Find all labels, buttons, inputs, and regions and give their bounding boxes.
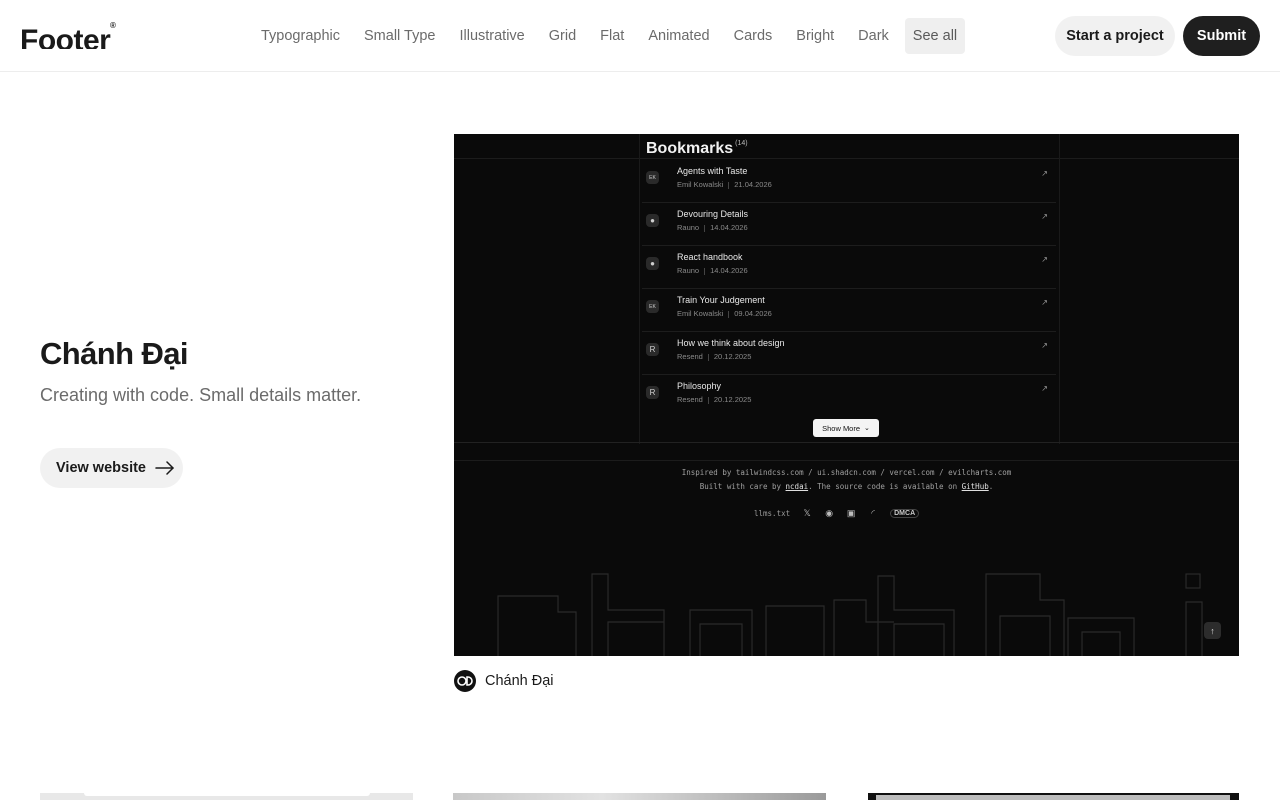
nav-typographic[interactable]: Typographic — [253, 18, 348, 54]
bookmark-date: 20.12.2025 — [713, 352, 752, 361]
bookmark-name: React handbook — [677, 252, 743, 262]
bookmark-avatar-icon: ● — [646, 257, 659, 270]
bookmark-author: Emil Kowalski — [677, 309, 724, 318]
nav-bright[interactable]: Bright — [788, 18, 842, 54]
next-site-thumbnail[interactable] — [868, 793, 1239, 800]
view-website-label: View website — [56, 460, 146, 476]
bookmark-date: 20.12.2025 — [713, 395, 752, 404]
nav-grid[interactable]: Grid — [541, 18, 584, 54]
nav-see-all[interactable]: See all — [904, 18, 966, 54]
bookmark-avatar-icon: EK — [646, 300, 659, 313]
nav-dark[interactable]: Dark — [850, 18, 897, 54]
scroll-top-button[interactable]: ↑ — [1204, 622, 1221, 639]
logo-text: Footer — [20, 24, 111, 49]
built-prefix: Built with care by — [699, 482, 786, 491]
built-suffix: . — [988, 482, 994, 491]
registered-mark: ® — [110, 21, 116, 30]
bookmark-item[interactable]: R Philosophy Resend 20.12.2025 ↗ — [642, 375, 1056, 418]
author-name[interactable]: Chánh Đại — [485, 673, 554, 689]
preview-grid-line — [1059, 134, 1060, 444]
feature-description: Creating with code. Small details matter… — [40, 385, 362, 405]
preview-footer-links: llms.txt 𝕏 ◉ ▣ ◜ DMCA — [754, 504, 920, 522]
site-header: Footer ® Typographic Small Type Illustra… — [0, 0, 1280, 72]
preview-grid-line — [454, 442, 1239, 443]
chevron-down-icon: ⌄ — [864, 425, 870, 432]
bookmark-date: 21.04.2026 — [734, 180, 772, 189]
github-link[interactable]: GitHub — [962, 482, 989, 491]
next-site-thumbnail[interactable] — [40, 793, 413, 800]
show-more-label: Show More — [822, 423, 861, 433]
bookmark-name: How we think about design — [677, 338, 785, 348]
submit-button[interactable]: Submit — [1183, 16, 1260, 56]
bookmark-meta: Emil Kowalski 09.04.2026 — [677, 309, 772, 318]
built-author-link[interactable]: ncdai — [786, 482, 809, 491]
preview-built-text: Built with care by ncdai. The source cod… — [454, 482, 1239, 491]
bookmark-meta: Rauno 14.04.2026 — [677, 266, 748, 275]
bookmark-author: Rauno — [677, 223, 700, 232]
bookmark-author: Emil Kowalski — [677, 180, 724, 189]
website-preview[interactable]: Bookmarks (14) EK Agents with Taste Emil … — [454, 134, 1239, 656]
preview-bookmarks-title: Bookmarks (14) — [646, 140, 748, 158]
external-link-icon: ↗ — [1041, 341, 1048, 350]
next-site-thumbnail[interactable] — [453, 793, 826, 800]
author-avatar[interactable] — [454, 670, 476, 692]
bookmark-avatar-icon: ● — [646, 214, 659, 227]
external-link-icon: ↗ — [1041, 298, 1048, 307]
nav-illustrative[interactable]: Illustrative — [451, 18, 532, 54]
external-link-icon: ↗ — [1041, 169, 1048, 178]
preview-grid-line — [639, 134, 640, 444]
bookmark-meta: Resend 20.12.2025 — [677, 395, 751, 404]
bookmark-item[interactable]: R How we think about design Resend 20.12.… — [642, 332, 1056, 375]
dmca-badge[interactable]: DMCA — [890, 508, 920, 518]
preview-count: (14) — [735, 140, 748, 147]
bookmark-meta: Emil Kowalski 21.04.2026 — [677, 180, 772, 189]
bookmark-item[interactable]: ● React handbook Rauno 14.04.2026 ↗ — [642, 246, 1056, 289]
preview-grid-line — [454, 460, 1239, 461]
bookmark-meta: Resend 20.12.2025 — [677, 352, 751, 361]
author-logo-icon — [457, 676, 473, 686]
preview-inspired-text: Inspired by tailwindcss.com / ui.shadcn.… — [681, 468, 1012, 477]
bookmark-date: 09.04.2026 — [734, 309, 772, 318]
bookmark-date: 14.04.2026 — [710, 266, 748, 275]
external-link-icon: ↗ — [1041, 212, 1048, 221]
preview-grid-line — [454, 158, 1239, 159]
bookmark-meta: Rauno 14.04.2026 — [677, 223, 748, 232]
bookmark-name: Train Your Judgement — [677, 295, 765, 305]
nav-small-type[interactable]: Small Type — [356, 18, 443, 54]
feature-title: Chánh Đại — [40, 336, 188, 371]
llms-link[interactable]: llms.txt — [754, 509, 790, 518]
nav-animated[interactable]: Animated — [640, 18, 717, 54]
bookmark-author: Resend — [677, 352, 703, 361]
nav-cards[interactable]: Cards — [726, 18, 781, 54]
bookmark-author: Resend — [677, 395, 703, 404]
bookmark-item[interactable]: EK Agents with Taste Emil Kowalski 21.04.… — [642, 160, 1056, 203]
start-project-button[interactable]: Start a project — [1055, 16, 1175, 56]
bookmark-avatar-icon: EK — [646, 171, 659, 184]
bookmark-date: 14.04.2026 — [710, 223, 748, 232]
rss-icon[interactable]: ◜ — [868, 508, 878, 518]
nav-flat[interactable]: Flat — [592, 18, 632, 54]
preview-decorative-wordmark — [497, 573, 1203, 656]
github-icon[interactable]: ◉ — [824, 508, 834, 518]
external-link-icon: ↗ — [1041, 255, 1048, 264]
bookmark-name: Philosophy — [677, 381, 722, 391]
built-mid: . The source code is available on — [808, 482, 962, 491]
show-more-button[interactable]: Show More ⌄ — [813, 419, 879, 437]
bookmark-avatar-icon: R — [646, 386, 659, 399]
arrow-up-icon: ↑ — [1210, 625, 1215, 636]
bookmark-item[interactable]: ● Devouring Details Rauno 14.04.2026 ↗ — [642, 203, 1056, 246]
bookmark-name: Devouring Details — [677, 209, 749, 219]
view-website-button[interactable]: View website — [40, 448, 183, 488]
linkedin-icon[interactable]: ▣ — [846, 508, 856, 518]
arrow-right-icon — [155, 461, 174, 475]
external-link-icon: ↗ — [1041, 384, 1048, 393]
bookmark-item[interactable]: EK Train Your Judgement Emil Kowalski 09.… — [642, 289, 1056, 332]
bookmark-avatar-icon: R — [646, 343, 659, 356]
category-nav: Typographic Small Type Illustrative Grid… — [253, 18, 973, 54]
bookmark-name: Agents with Taste — [677, 166, 748, 176]
x-icon[interactable]: 𝕏 — [802, 508, 812, 518]
preview-title-text: Bookmarks — [646, 140, 734, 157]
bookmark-author: Rauno — [677, 266, 700, 275]
footer-logo[interactable]: Footer ® — [20, 21, 120, 49]
